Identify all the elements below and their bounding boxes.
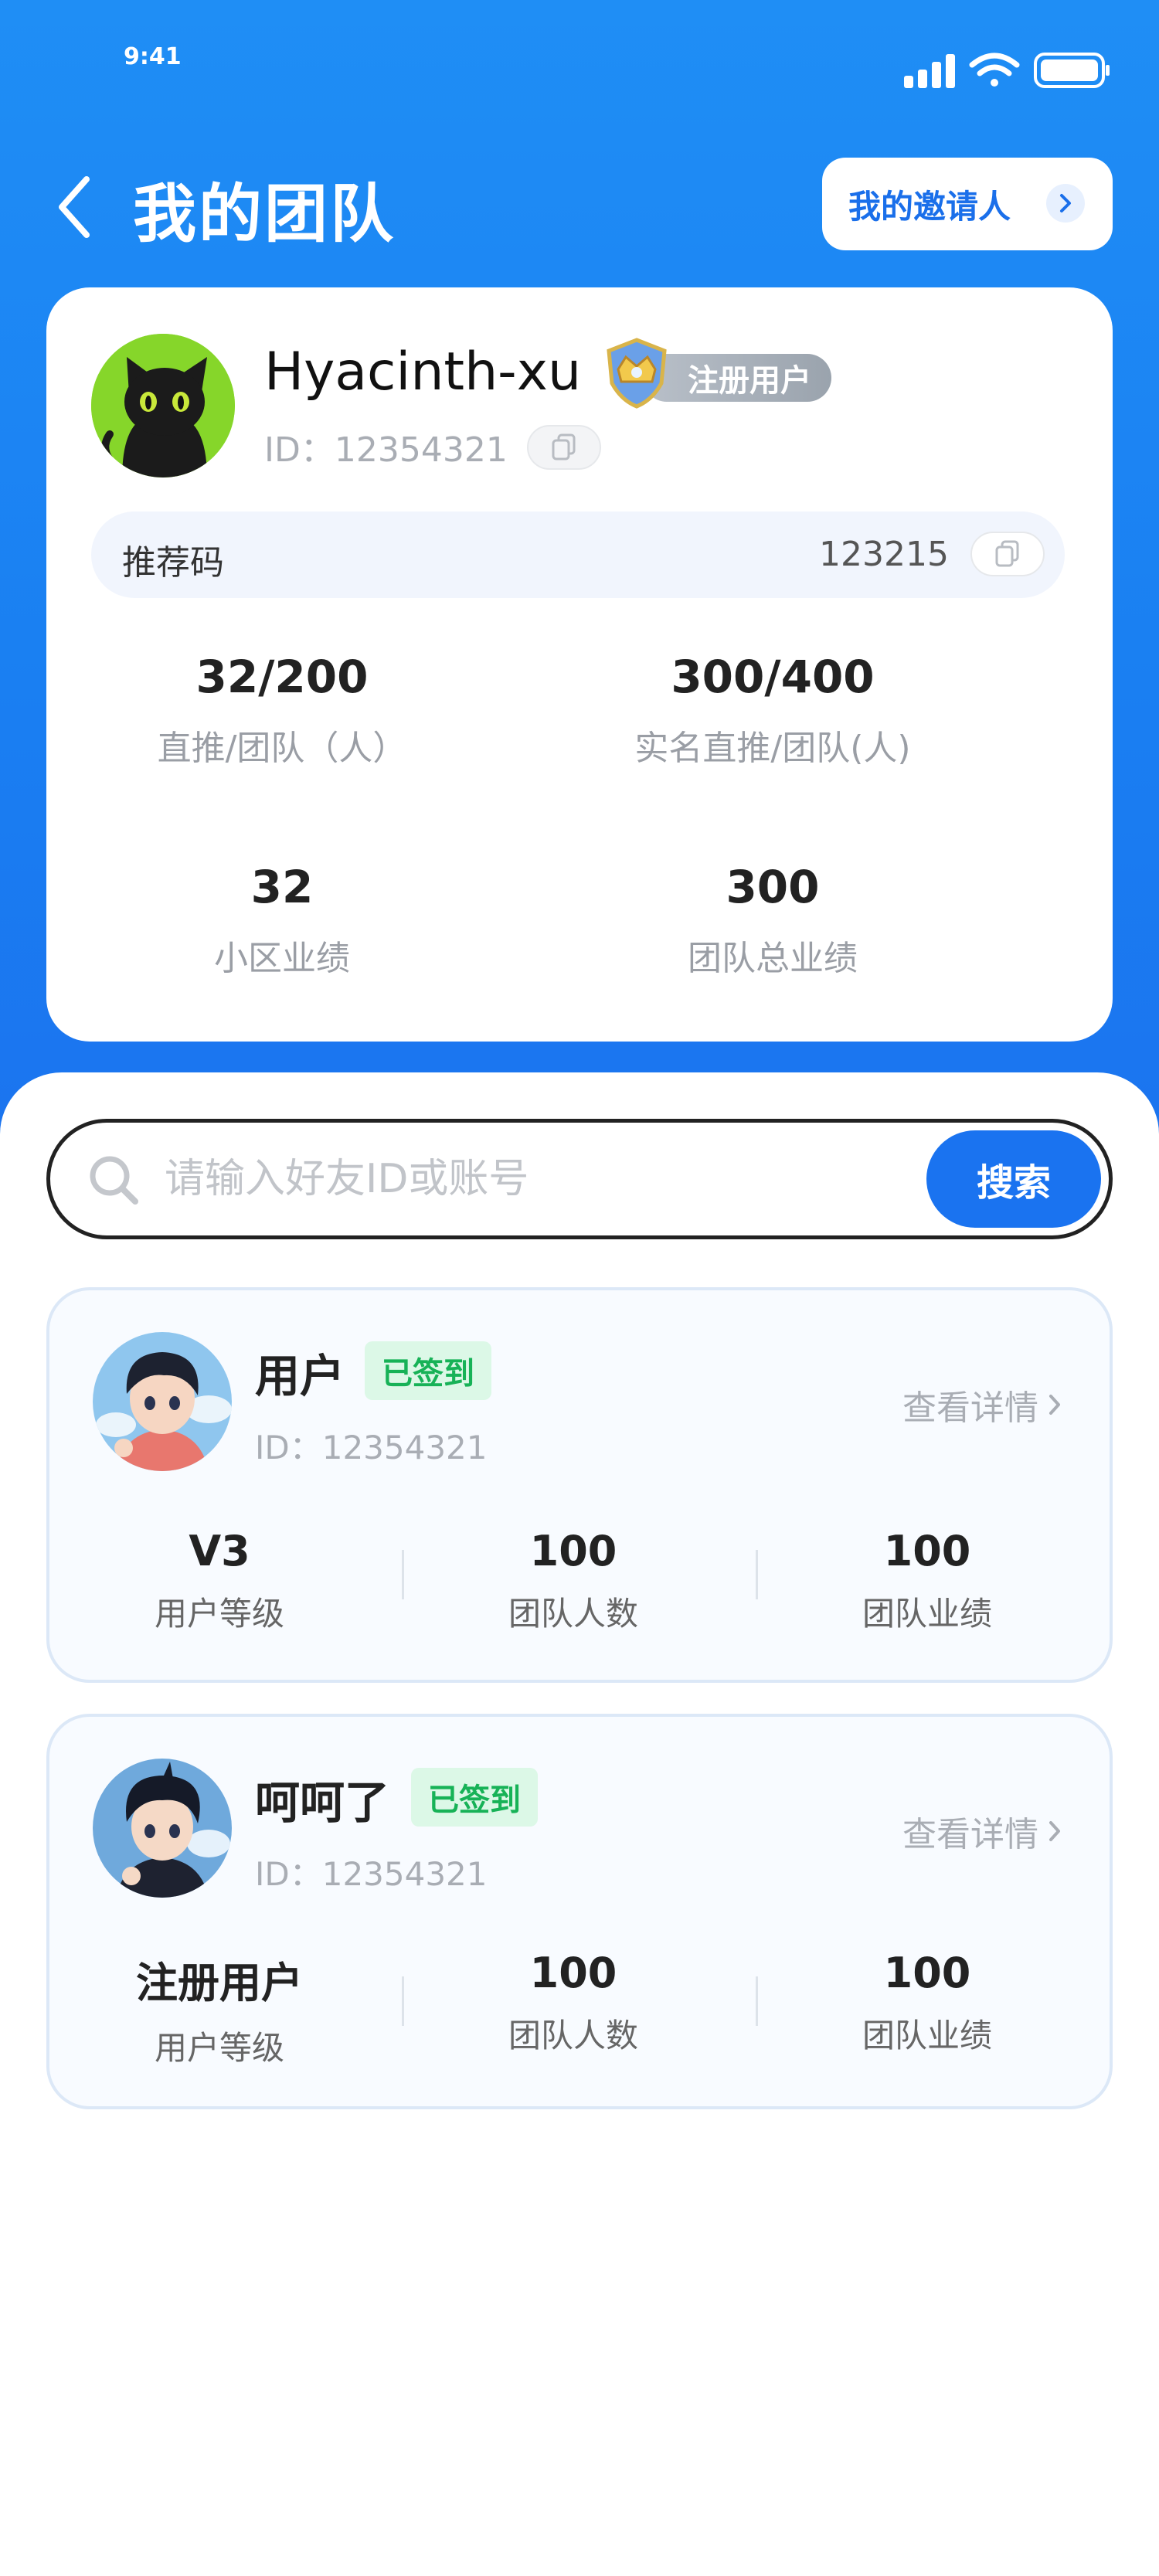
member-stat-level: V3 用户等级 (53, 1527, 386, 1635)
level-badge: 注册用户 (598, 334, 845, 411)
referral-code-bar: 推荐码 123215 (91, 511, 1065, 598)
stat-value: V3 (189, 1527, 250, 1575)
status-icons (904, 53, 1110, 88)
stat-label: 小区业绩 (214, 939, 350, 978)
stat-label: 直推/团队（人） (157, 729, 407, 768)
signed-in-badge: 已签到 (365, 1341, 491, 1400)
my-inviter-button[interactable]: 我的邀请人 (822, 158, 1113, 250)
stat-label: 团队人数 (508, 2017, 638, 2054)
copy-id-button[interactable] (527, 425, 601, 470)
profile-card: Hyacinth-xu 注册用户 ID：12354321 推荐码 123215 … (46, 287, 1113, 1042)
stat-label: 用户等级 (154, 2029, 284, 2067)
referral-code-value: 123215 (819, 535, 949, 574)
avatar (91, 334, 235, 477)
divider (756, 1550, 758, 1599)
black-cat-avatar-icon (91, 334, 235, 477)
page-title: 我的团队 (133, 178, 396, 251)
stat-value: 32/200 (195, 651, 369, 703)
member-stat-level: 注册用户 用户等级 (53, 1949, 386, 2069)
stat-label: 团队业绩 (862, 1595, 992, 1633)
member-stat-team-performance: 100 团队业绩 (761, 1527, 1093, 1635)
stat-direct-team: 32/200 直推/团队（人） (50, 651, 514, 770)
search-input[interactable] (165, 1144, 860, 1214)
stat-team-total-performance: 300 团队总业绩 (541, 861, 1004, 980)
stat-value: 300/400 (671, 651, 875, 703)
member-name: 呵呵了 (255, 1776, 390, 1829)
stat-small-zone-performance: 32 小区业绩 (50, 861, 514, 980)
copy-referral-button[interactable] (970, 532, 1045, 576)
stat-value: 注册用户 (136, 1959, 303, 2007)
search-icon (90, 1156, 138, 1205)
anime-boy-avatar-icon (93, 1332, 232, 1471)
view-details-label: 查看详情 (902, 1388, 1038, 1428)
stat-value: 100 (529, 1527, 617, 1575)
battery-icon (1034, 53, 1110, 88)
copy-icon (995, 540, 1019, 567)
stat-value: 300 (726, 861, 820, 913)
search-button[interactable]: 搜索 (926, 1130, 1101, 1228)
divider (756, 1976, 758, 2026)
copy-icon (552, 433, 576, 460)
stat-value: 32 (250, 861, 314, 913)
signed-in-badge: 已签到 (411, 1768, 538, 1827)
chevron-right-icon (1046, 184, 1085, 223)
status-time: 9:41 (124, 43, 182, 70)
chevron-right-icon (1049, 1395, 1060, 1415)
stat-label: 用户等级 (154, 1595, 284, 1633)
member-id: ID：12354321 (255, 1429, 488, 1466)
back-arrow-icon[interactable] (54, 175, 97, 240)
referral-code-label: 推荐码 (122, 543, 224, 583)
member-card: 用户 已签到 ID：12354321 查看详情 V3 用户等级 100 团队人数… (46, 1287, 1113, 1683)
stat-label: 团队人数 (508, 1595, 638, 1633)
member-id: ID：12354321 (255, 1855, 488, 1893)
wifi-icon (969, 53, 1020, 87)
username: Hyacinth-xu (264, 342, 582, 403)
search-bar: 搜索 (46, 1119, 1113, 1239)
anime-boy-avatar-icon (93, 1759, 232, 1898)
chevron-right-icon (1049, 1821, 1060, 1841)
avatar (93, 1759, 232, 1898)
view-details-label: 查看详情 (902, 1815, 1038, 1854)
stat-label: 实名直推/团队(人) (634, 729, 911, 768)
member-stat-team-performance: 100 团队业绩 (761, 1949, 1093, 2057)
divider (402, 1550, 404, 1599)
stat-value: 100 (529, 1949, 617, 1997)
divider (402, 1976, 404, 2026)
user-id: ID：12354321 (264, 430, 508, 470)
member-card: 呵呵了 已签到 ID：12354321 查看详情 注册用户 用户等级 100 团… (46, 1714, 1113, 2109)
view-details-link[interactable]: 查看详情 (902, 1806, 1062, 1856)
view-details-link[interactable]: 查看详情 (902, 1380, 1062, 1429)
stat-value: 100 (883, 1527, 971, 1575)
stat-verified-team: 300/400 实名直推/团队(人) (541, 651, 1004, 770)
member-stat-team-size: 100 团队人数 (407, 1949, 739, 2057)
member-stat-team-size: 100 团队人数 (407, 1527, 739, 1635)
crown-shield-icon (607, 338, 667, 409)
member-name: 用户 (255, 1350, 345, 1402)
my-inviter-label: 我的邀请人 (848, 187, 1011, 226)
signal-icon (904, 54, 955, 88)
stat-label: 团队业绩 (862, 2017, 992, 2054)
stat-label: 团队总业绩 (688, 939, 858, 978)
stat-value: 100 (883, 1949, 971, 1997)
avatar (93, 1332, 232, 1471)
